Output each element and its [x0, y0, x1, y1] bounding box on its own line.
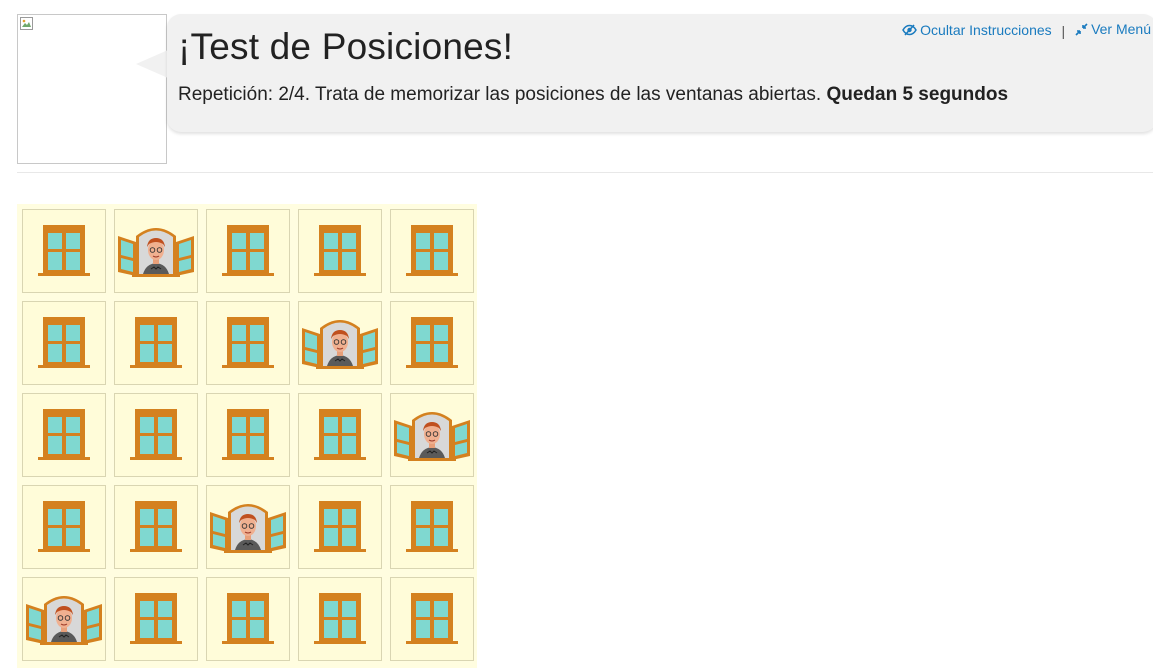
broken-image-icon	[20, 17, 33, 30]
page-title: ¡Test de Posiciones!	[178, 26, 514, 67]
divider	[17, 172, 1153, 173]
window-cell-closed[interactable]	[22, 209, 106, 293]
open-window-with-person-icon	[210, 504, 286, 553]
closed-window-icon	[406, 593, 458, 644]
open-window-with-person-icon	[118, 228, 194, 277]
hide-instructions-label: Ocultar Instrucciones	[920, 21, 1052, 38]
closed-window-icon	[314, 501, 366, 552]
closed-window-icon	[130, 501, 182, 552]
window-cell-closed[interactable]	[206, 393, 290, 477]
window-cell-closed[interactable]	[206, 577, 290, 661]
window-cell-closed[interactable]	[206, 209, 290, 293]
closed-window-icon	[222, 317, 274, 368]
view-menu-link[interactable]: Ver Menú	[1075, 21, 1151, 37]
open-window-with-person-icon	[302, 320, 378, 369]
closed-window-icon	[38, 225, 90, 276]
eye-slash-icon	[902, 23, 918, 36]
closed-window-icon	[222, 225, 274, 276]
window-cell-open[interactable]	[114, 209, 198, 293]
game-board	[17, 204, 477, 668]
link-separator: |	[1061, 22, 1066, 39]
window-cell-closed[interactable]	[114, 393, 198, 477]
closed-window-icon	[406, 501, 458, 552]
window-cell-closed[interactable]	[22, 485, 106, 569]
closed-window-icon	[130, 409, 182, 460]
closed-window-icon	[38, 317, 90, 368]
window-cell-closed[interactable]	[390, 209, 474, 293]
window-cell-closed[interactable]	[390, 301, 474, 385]
instruction-bubble: ¡Test de Posiciones! Repetición: 2/4. Tr…	[167, 14, 1153, 132]
closed-window-icon	[222, 409, 274, 460]
window-cell-open[interactable]	[22, 577, 106, 661]
open-window-with-person-icon	[394, 412, 470, 461]
window-cell-closed[interactable]	[114, 301, 198, 385]
window-cell-closed[interactable]	[390, 577, 474, 661]
header-links: Ocultar Instrucciones | Ver Menú	[902, 21, 1151, 39]
window-cell-closed[interactable]	[22, 301, 106, 385]
window-cell-closed[interactable]	[22, 393, 106, 477]
closed-window-icon	[38, 501, 90, 552]
closed-window-icon	[406, 225, 458, 276]
closed-window-icon	[314, 593, 366, 644]
closed-window-icon	[314, 409, 366, 460]
view-menu-label: Ver Menú	[1091, 21, 1151, 37]
window-cell-open[interactable]	[298, 301, 382, 385]
compress-icon	[1075, 22, 1088, 36]
closed-window-icon	[314, 225, 366, 276]
window-cell-closed[interactable]	[298, 393, 382, 477]
repetition-message: Repetición: 2/4. Trata de memorizar las …	[178, 84, 827, 105]
closed-window-icon	[38, 409, 90, 460]
avatar-image	[17, 14, 167, 164]
open-window-with-person-icon	[26, 596, 102, 645]
window-cell-closed[interactable]	[114, 577, 198, 661]
window-cell-closed[interactable]	[298, 209, 382, 293]
speech-bubble-tail	[136, 50, 168, 78]
window-cell-open[interactable]	[390, 393, 474, 477]
window-cell-closed[interactable]	[114, 485, 198, 569]
instruction-text: Repetición: 2/4. Trata de memorizar las …	[178, 84, 1008, 106]
closed-window-icon	[130, 317, 182, 368]
closed-window-icon	[222, 593, 274, 644]
window-cell-closed[interactable]	[206, 301, 290, 385]
window-cell-closed[interactable]	[298, 485, 382, 569]
hide-instructions-link[interactable]: Ocultar Instrucciones	[902, 22, 1052, 38]
window-cell-closed[interactable]	[390, 485, 474, 569]
window-cell-closed[interactable]	[298, 577, 382, 661]
closed-window-icon	[406, 317, 458, 368]
closed-window-icon	[130, 593, 182, 644]
time-remaining: Quedan 5 segundos	[826, 84, 1009, 105]
window-cell-open[interactable]	[206, 485, 290, 569]
